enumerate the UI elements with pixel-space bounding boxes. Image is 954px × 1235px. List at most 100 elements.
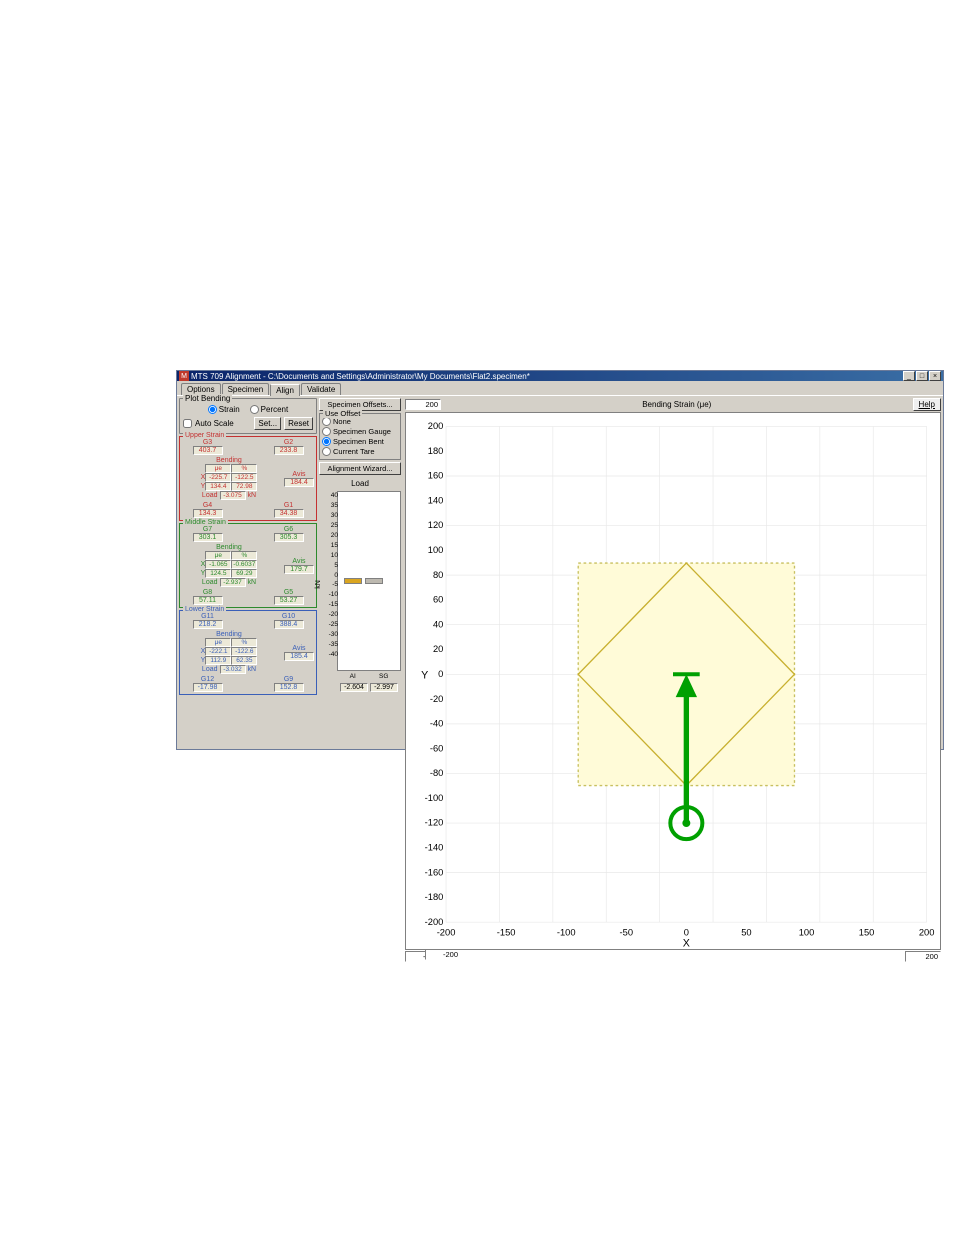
- svg-text:180: 180: [428, 446, 444, 456]
- svg-text:-140: -140: [425, 842, 444, 852]
- svg-text:200: 200: [919, 928, 935, 938]
- offset-current-tare[interactable]: Current Tare: [322, 447, 398, 456]
- middle-column: Specimen Offsets... Use Offset None Spec…: [317, 398, 403, 960]
- left-column: Plot Bending Strain Percent Auto Scale S…: [179, 398, 317, 960]
- lower-load-value: -3.032: [220, 665, 246, 674]
- plot-bending-legend: Plot Bending: [183, 394, 232, 403]
- g10-label: G10: [282, 613, 295, 620]
- upper-avis-value: 184.4: [284, 478, 314, 487]
- svg-text:-150: -150: [497, 928, 516, 938]
- svg-text:100: 100: [428, 545, 444, 555]
- upper-strain-legend: Upper Strain: [183, 432, 226, 439]
- upper-x-pct: -122.5: [231, 473, 257, 482]
- g5-value: 53.27: [274, 596, 304, 605]
- svg-text:-100: -100: [425, 793, 444, 803]
- middle-load-value: -2.937: [220, 578, 246, 587]
- close-button[interactable]: ×: [929, 371, 941, 381]
- chart-title: Bending Strain (μe): [445, 400, 909, 409]
- reset-button[interactable]: Reset: [284, 417, 313, 430]
- lower-avis-label: Avis: [292, 645, 305, 652]
- x-axis-label: X: [683, 937, 690, 949]
- svg-text:160: 160: [428, 471, 444, 481]
- load-chart-label: Load: [319, 479, 401, 488]
- lower-avis-value: 185.4: [284, 652, 314, 661]
- svg-text:40: 40: [433, 619, 443, 629]
- xaxis-ai: AI: [350, 673, 356, 680]
- kn-label: kN: [315, 580, 322, 589]
- g4-value: 134.3: [193, 509, 223, 518]
- middle-x-pct: -0.6037: [231, 560, 257, 569]
- lower-bending-label: Bending: [201, 631, 258, 638]
- middle-y-pct: 69.29: [231, 569, 257, 578]
- middle-x-ue: -1.065: [205, 560, 231, 569]
- help-button[interactable]: Help: [913, 398, 941, 411]
- offset-none[interactable]: None: [322, 417, 398, 426]
- g12-label: G12: [201, 676, 214, 683]
- svg-text:20: 20: [433, 644, 443, 654]
- upper-load-value: -3.075: [220, 491, 246, 500]
- upper-avis-label: Avis: [292, 471, 305, 478]
- svg-text:60: 60: [433, 595, 443, 605]
- g12-value: -17.98: [193, 683, 223, 692]
- y-top-box[interactable]: 200: [405, 399, 441, 410]
- svg-text:-50: -50: [620, 928, 634, 938]
- alignment-wizard-button[interactable]: Alignment Wizard...: [319, 462, 401, 475]
- svg-text:80: 80: [433, 570, 443, 580]
- offset-specimen-bent[interactable]: Specimen Bent: [322, 437, 398, 446]
- svg-text:0: 0: [438, 669, 443, 679]
- svg-text:-180: -180: [425, 892, 444, 902]
- load-bar-ai: [344, 578, 362, 584]
- middle-strain-legend: Middle Strain: [183, 519, 228, 526]
- g2-value: 233.8: [274, 446, 304, 455]
- bending-strain-chart[interactable]: 200180160140120100806040200-20-40-60-80-…: [405, 412, 941, 950]
- svg-text:50: 50: [741, 928, 751, 938]
- svg-text:-40: -40: [430, 719, 444, 729]
- g9-label: G9: [284, 676, 293, 683]
- load-bar-sg: [365, 578, 383, 584]
- g7-value: 303.1: [193, 533, 223, 542]
- load-chart: 4035302520151050-5-10-15-20-25-30-35-40 …: [337, 491, 401, 671]
- g9-value: 152.8: [274, 683, 304, 692]
- g6-label: G6: [284, 526, 293, 533]
- radio-strain[interactable]: Strain: [208, 405, 240, 414]
- load-sg-value: -2.997: [370, 683, 398, 692]
- maximize-button[interactable]: □: [916, 371, 928, 381]
- svg-text:120: 120: [428, 520, 444, 530]
- svg-text:-60: -60: [430, 743, 444, 753]
- upper-bending-label: Bending: [201, 457, 258, 464]
- use-offset-group: Use Offset None Specimen Gauge Specimen …: [319, 413, 401, 460]
- tab-align[interactable]: Align: [270, 384, 300, 396]
- set-button[interactable]: Set...: [254, 417, 281, 430]
- lower-strain-group: Lower Strain G11218.2 G10388.4 Bending μ…: [179, 610, 317, 695]
- right-column: 200 Bending Strain (μe) Help: [403, 398, 941, 960]
- g2-label: G2: [284, 439, 293, 446]
- middle-y-ue: 124.5: [205, 569, 231, 578]
- middle-strain-group: Middle Strain G7303.1 G6305.3 Bending μe…: [179, 523, 317, 608]
- g3-value: 403.7: [193, 446, 223, 455]
- g8-value: 57.11: [193, 596, 223, 605]
- svg-text:-160: -160: [425, 867, 444, 877]
- upper-y-ue: 134.4: [205, 482, 231, 491]
- tab-validate[interactable]: Validate: [301, 383, 341, 395]
- g7-label: G7: [203, 526, 212, 533]
- g3-label: G3: [203, 439, 212, 446]
- upper-y-pct: 72.98: [231, 482, 257, 491]
- offset-specimen-gauge[interactable]: Specimen Gauge: [322, 427, 398, 436]
- svg-text:-20: -20: [430, 694, 444, 704]
- middle-bending-label: Bending: [201, 544, 258, 551]
- svg-text:0: 0: [684, 928, 689, 938]
- svg-text:140: 140: [428, 495, 444, 505]
- g1-label: G1: [284, 502, 293, 509]
- auto-scale-label: Auto Scale: [195, 419, 234, 428]
- plot-bending-group: Plot Bending Strain Percent Auto Scale S…: [179, 398, 317, 434]
- content: Plot Bending Strain Percent Auto Scale S…: [177, 395, 943, 962]
- window-title: MTS 709 Alignment - C:\Documents and Set…: [191, 372, 530, 381]
- lower-x-ue: -222.1: [205, 647, 231, 656]
- lower-strain-legend: Lower Strain: [183, 606, 226, 613]
- minimize-button[interactable]: _: [903, 371, 915, 381]
- app-window: M MTS 709 Alignment - C:\Documents and S…: [176, 370, 944, 750]
- auto-scale-checkbox[interactable]: [183, 419, 192, 428]
- use-offset-legend: Use Offset: [323, 409, 362, 418]
- load-y-axis: 4035302520151050-5-10-15-20-25-30-35-40: [320, 492, 338, 658]
- radio-percent[interactable]: Percent: [250, 405, 289, 414]
